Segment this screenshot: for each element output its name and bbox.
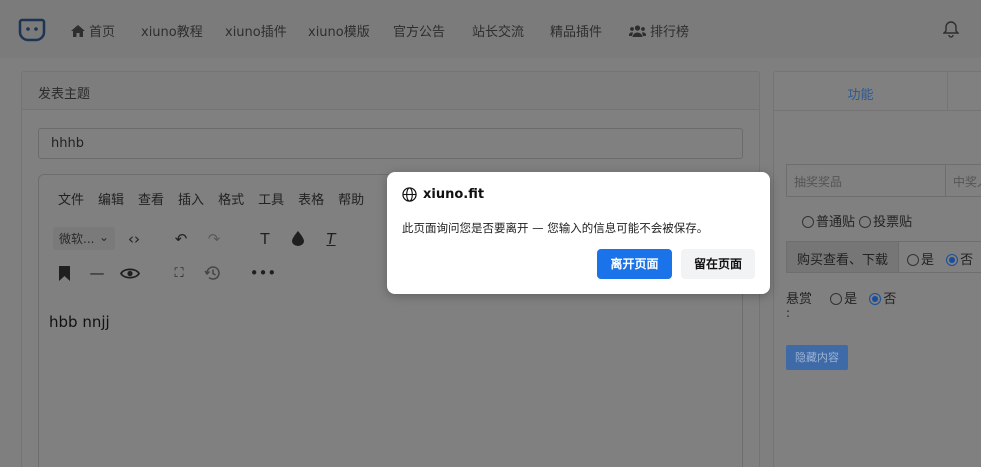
nav-item-premium-plugins[interactable]: 精品插件 xyxy=(550,21,602,40)
editor-content[interactable]: hbb nnjj xyxy=(49,313,110,331)
purchase-view-group: 购买查看、下载 是 否 xyxy=(786,241,981,273)
nav-item-label: 官方公告 xyxy=(393,25,446,40)
editor-toolbar-row-1: 微软... ⌄ ‹› ↶ ↷ T T xyxy=(53,227,353,250)
nav-item-announcements[interactable]: 官方公告 xyxy=(393,21,445,40)
redo-icon[interactable]: ↷ xyxy=(203,228,225,250)
nav-item-plugins[interactable]: xiuno插件 xyxy=(225,21,287,40)
radio-label: 否 xyxy=(960,253,974,268)
undo-icon[interactable]: ↶ xyxy=(170,228,192,250)
nav-item-label: 首页 xyxy=(89,25,116,40)
nav-item-label: 排行榜 xyxy=(650,25,690,40)
radio-vote-post[interactable] xyxy=(859,216,872,228)
font-family-select[interactable]: 微软... ⌄ xyxy=(53,227,115,250)
logo-icon[interactable] xyxy=(18,16,46,42)
menu-file[interactable]: 文件 xyxy=(58,189,84,208)
preview-eye-icon[interactable] xyxy=(119,262,141,284)
side-tabs: 功能 xyxy=(774,72,981,111)
menu-help[interactable]: 帮助 xyxy=(338,189,364,208)
radio-reward-yes[interactable] xyxy=(830,293,843,305)
more-icon[interactable]: ••• xyxy=(250,262,277,284)
bell-icon[interactable] xyxy=(943,20,959,38)
radio-label: 是 xyxy=(844,292,858,307)
menu-table[interactable]: 表格 xyxy=(298,189,324,208)
nav-item-label: 站长交流 xyxy=(472,25,525,40)
nav-item-label: xiuno插件 xyxy=(225,25,287,40)
top-navbar: 首页 xiuno教程 xiuno插件 xiuno模版 官方公告 站长交流 精品插… xyxy=(0,0,981,58)
winner-input[interactable]: 中奖人 xyxy=(946,164,981,197)
leave-page-dialog: xiuno.fit 此页面询问您是否要离开 — 您输入的信息可能不会被保存。 离… xyxy=(387,172,770,294)
title-input[interactable]: hhhb xyxy=(38,128,743,159)
purchase-label: 购买查看、下载 xyxy=(786,241,900,273)
radio-normal-post[interactable] xyxy=(802,216,814,228)
home-icon xyxy=(71,24,85,37)
radio-reward-no[interactable] xyxy=(869,293,882,305)
menu-view[interactable]: 查看 xyxy=(138,189,164,208)
lottery-input-group: 抽奖奖品 中奖人 xyxy=(786,164,981,197)
menu-insert[interactable]: 插入 xyxy=(178,189,204,208)
prize-input[interactable]: 抽奖奖品 xyxy=(786,164,946,197)
radio-purchase-no[interactable] xyxy=(946,254,959,266)
radio-label: 投票贴 xyxy=(873,215,913,230)
menu-edit[interactable]: 编辑 xyxy=(98,189,124,208)
radio-purchase-yes[interactable] xyxy=(907,254,920,266)
horizontal-rule-icon[interactable]: — xyxy=(86,262,108,284)
bookmark-icon[interactable] xyxy=(53,262,75,284)
nav-item-templates[interactable]: xiuno模版 xyxy=(308,21,370,40)
source-code-icon[interactable]: ‹› xyxy=(123,228,145,250)
reward-colon: : xyxy=(786,306,791,320)
card-header: 发表主题 xyxy=(22,72,759,110)
font-select-value: 微软... xyxy=(59,232,95,246)
stay-on-page-button[interactable]: 留在页面 xyxy=(681,249,755,279)
reward-row: 悬赏 是 否 xyxy=(786,288,896,307)
nav-item-leaderboard[interactable]: 排行榜 xyxy=(629,21,689,40)
nav-item-tutorial[interactable]: xiuno教程 xyxy=(141,21,203,40)
reward-label: 悬赏 xyxy=(786,292,813,307)
fullscreen-icon[interactable]: ⛶ xyxy=(168,262,190,284)
nav-item-label: xiuno教程 xyxy=(141,25,203,40)
radio-label: 普通贴 xyxy=(816,215,856,230)
purchase-options: 是 否 xyxy=(899,241,981,273)
nav-item-home[interactable]: 首页 xyxy=(71,21,115,40)
editor-toolbar-row-2: — ⛶ ••• xyxy=(53,262,285,284)
radio-label: 否 xyxy=(883,292,897,307)
function-panel: 功能 抽奖奖品 中奖人 普通贴 投票贴 购买查看、下载 是 否 悬赏 是 否 :… xyxy=(773,71,981,467)
tab-function[interactable]: 功能 xyxy=(774,72,948,110)
history-icon[interactable] xyxy=(201,262,223,284)
text-color-icon[interactable]: T xyxy=(254,228,276,250)
globe-icon xyxy=(402,187,417,202)
leave-page-button[interactable]: 离开页面 xyxy=(597,249,672,279)
dialog-site: xiuno.fit xyxy=(423,187,485,202)
background-color-icon[interactable] xyxy=(287,228,309,250)
nav-item-label: 精品插件 xyxy=(550,25,603,40)
menu-tools[interactable]: 工具 xyxy=(258,189,284,208)
clear-format-icon[interactable]: T xyxy=(320,228,342,250)
post-type-radios: 普通贴 投票贴 xyxy=(802,211,912,230)
chevron-down-icon: ⌄ xyxy=(98,230,109,244)
nav-item-label: xiuno模版 xyxy=(308,25,370,40)
nav-item-webmaster[interactable]: 站长交流 xyxy=(472,21,524,40)
editor-menubar: 文件 编辑 查看 插入 格式 工具 表格 帮助 xyxy=(58,189,364,208)
hide-content-button[interactable]: 隐藏内容 xyxy=(786,345,848,370)
radio-label: 是 xyxy=(921,253,935,268)
dialog-message: 此页面询问您是否要离开 — 您输入的信息可能不会被保存。 xyxy=(402,221,709,235)
menu-format[interactable]: 格式 xyxy=(218,189,244,208)
dialog-title: xiuno.fit xyxy=(402,187,484,202)
users-icon xyxy=(629,24,646,37)
